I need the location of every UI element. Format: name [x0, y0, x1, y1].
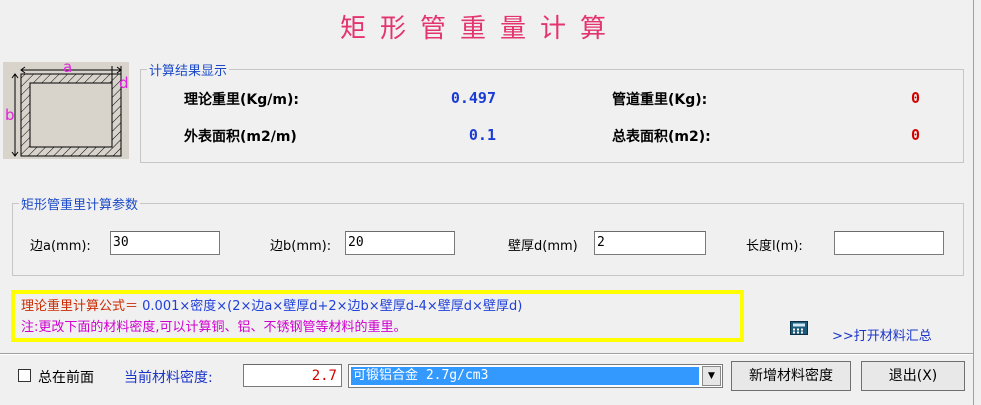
- density-input[interactable]: 2.7: [243, 364, 342, 387]
- calculator-icon[interactable]: [790, 321, 808, 335]
- params-legend: 矩形管重里计算参数: [21, 198, 139, 213]
- side-b-label: 边b(mm):: [270, 239, 332, 254]
- formula-expression: 0.001×密度×(2×边a×壁厚d+2×边b×壁厚d-4×壁厚d×壁厚d): [138, 299, 523, 314]
- formula-line: 理论重里计算公式＝ 0.001×密度×(2×边a×壁厚d+2×边b×壁厚d-4×…: [21, 296, 734, 317]
- surface-area-label: 外表面积(m2/m): [184, 129, 297, 145]
- length-label: 长度l(m):: [746, 239, 803, 254]
- diagram-label-d: d: [119, 74, 129, 92]
- formula-prefix: 理论重里计算公式＝: [21, 299, 139, 314]
- material-selected-value: 可锻铝合金 2.7g/cm3: [351, 367, 699, 385]
- theory-weight-value: 0.497: [450, 89, 496, 107]
- add-density-button[interactable]: 新增材料密度: [731, 361, 851, 391]
- formula-note: 注:更改下面的材料密度,可以计算铜、铝、不锈钢管等材料的重里。: [21, 320, 407, 335]
- thickness-input[interactable]: 2: [594, 231, 706, 255]
- window-edge: [973, 0, 974, 405]
- diagram-label-a: a: [63, 62, 72, 76]
- material-select[interactable]: 可锻铝合金 2.7g/cm3 ▼: [348, 364, 723, 388]
- always-on-top-label[interactable]: 总在前面: [38, 367, 94, 387]
- side-b-input[interactable]: 20: [345, 231, 455, 255]
- surface-area-value: 0.1: [468, 126, 496, 144]
- pipe-weight-label: 管道重里(Kg):: [612, 92, 708, 108]
- total-area-value: 0: [910, 126, 920, 144]
- total-area-label: 总表面积(m2):: [612, 129, 711, 145]
- always-on-top-checkbox[interactable]: [18, 369, 31, 382]
- results-legend: 计算结果显示: [149, 64, 228, 79]
- exit-button[interactable]: 退出(X): [861, 361, 965, 391]
- pipe-weight-value: 0: [910, 89, 920, 107]
- rect-tube-diagram: a b d: [3, 58, 129, 159]
- length-input[interactable]: [834, 231, 944, 255]
- page-title: 矩形管重量计算: [339, 14, 620, 44]
- thickness-label: 壁厚d(mm): [508, 239, 578, 254]
- results-group: 计算结果显示: [140, 60, 964, 163]
- formula-box: 理论重里计算公式＝ 0.001×密度×(2×边a×壁厚d+2×边b×壁厚d-4×…: [11, 290, 744, 342]
- theory-weight-label: 理论重里(Kg/m):: [184, 92, 299, 108]
- density-label: 当前材料密度:: [124, 370, 213, 386]
- rect-tube-cross-section-icon: a b d: [5, 58, 129, 157]
- separator: [0, 353, 973, 355]
- open-material-summary-link[interactable]: >>打开材料汇总: [832, 325, 932, 344]
- side-a-label: 边a(mm):: [30, 239, 91, 254]
- side-a-input[interactable]: 30: [110, 231, 220, 255]
- diagram-label-b: b: [5, 106, 15, 124]
- chevron-down-icon[interactable]: ▼: [702, 366, 721, 386]
